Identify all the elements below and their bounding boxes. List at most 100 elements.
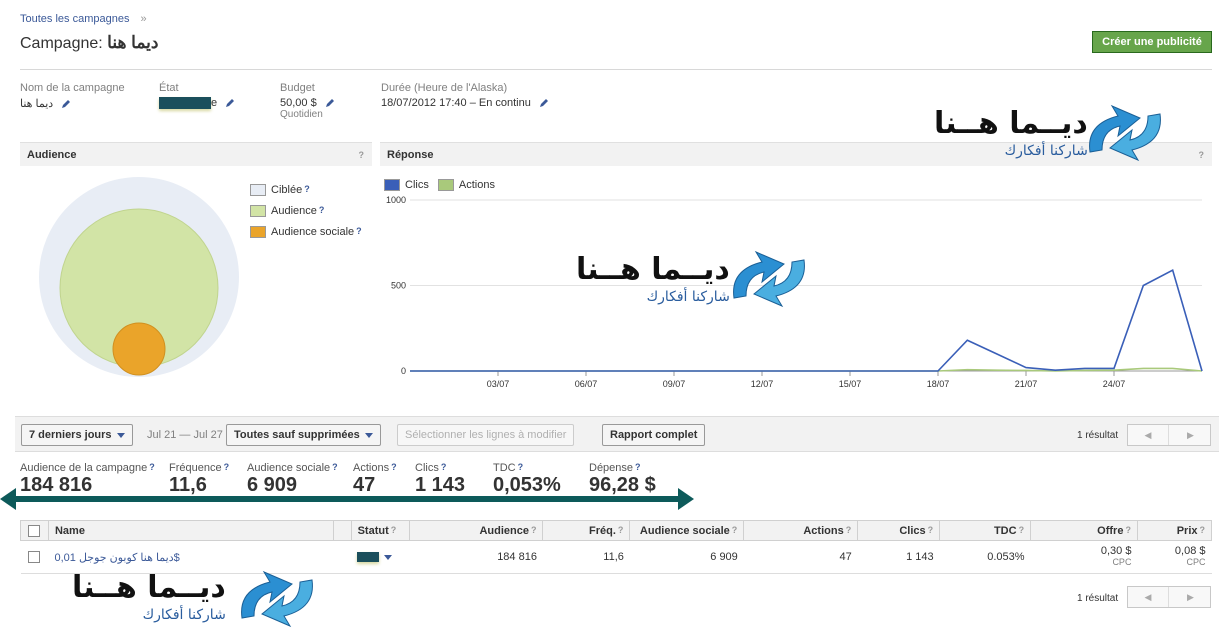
response-help-icon[interactable]: ? [1199, 143, 1205, 167]
col-header-frequency[interactable]: Fréq.? [542, 520, 631, 541]
state-status-swatch[interactable] [159, 97, 211, 110]
col-header-ctr[interactable]: TDC? [939, 520, 1032, 541]
full-report-button[interactable]: Rapport complet [602, 424, 706, 446]
chevron-down-icon [364, 432, 373, 438]
help-icon[interactable]: ? [846, 525, 852, 535]
col-header-bid[interactable]: Offre? [1030, 520, 1138, 541]
row-price: 0,08 $ CPC [1137, 540, 1212, 574]
help-icon[interactable]: ? [732, 525, 738, 535]
chevron-down-icon [116, 432, 125, 438]
col-header-social-audience[interactable]: Audience sociale? [629, 520, 745, 541]
pager-prev-button[interactable]: ◀ [1128, 425, 1169, 445]
watermark-title: ديــما هــنا [934, 106, 1088, 141]
help-icon[interactable]: ? [635, 462, 641, 472]
x-tick-label: 03/07 [487, 379, 510, 389]
page-title-prefix: Campagne: [20, 35, 103, 52]
audience-circles [39, 177, 239, 377]
help-icon[interactable]: ? [518, 462, 524, 472]
help-icon[interactable]: ? [531, 525, 537, 535]
filter-dropdown[interactable]: Toutes sauf supprimées [226, 424, 381, 446]
table-header-row: Name Statut? Audience? Fréq.? Audience s… [20, 520, 1213, 541]
help-icon[interactable]: ? [149, 462, 155, 472]
chevron-down-icon[interactable] [384, 554, 393, 560]
help-icon[interactable]: ? [1019, 525, 1025, 535]
help-icon[interactable]: ? [441, 462, 447, 472]
help-icon[interactable]: ? [356, 226, 362, 236]
col-header-name[interactable]: Name [47, 520, 334, 541]
budget-period: Quotidien [280, 109, 323, 120]
audience-circle-social [112, 322, 166, 376]
stat-label: Fréquence [169, 462, 222, 474]
date-range-dropdown[interactable]: 7 derniers jours [21, 424, 133, 446]
row-checkbox[interactable] [28, 551, 41, 564]
col-header-label: TDC [993, 524, 1017, 537]
budget-label: Budget [280, 82, 315, 94]
help-icon[interactable]: ? [224, 462, 230, 472]
col-header-actions[interactable]: Actions? [743, 520, 859, 541]
watermark-bottom-left: ديــما هــنا شاركنا أفكارك [72, 570, 226, 623]
field-state: État e [159, 82, 235, 110]
y-tick-label: 0 [401, 366, 406, 376]
help-icon[interactable]: ? [391, 462, 397, 472]
pager-next-button[interactable]: ▶ [1170, 425, 1211, 445]
x-tick-label: 18/07 [927, 379, 950, 389]
response-panel-title: Réponse [387, 149, 434, 161]
col-header-audience[interactable]: Audience? [408, 520, 544, 541]
watermark-title: ديــما هــنا [72, 570, 226, 605]
edit-pencil-icon[interactable] [325, 98, 335, 108]
select-rows-button[interactable]: Sélectionner les lignes à modifier [397, 424, 575, 446]
row-checkbox-cell [20, 540, 49, 574]
campaign-toolbar: 7 derniers jours Jul 21 — Jul 27 Toutes … [15, 416, 1219, 452]
row-frequency: 11,6 [542, 540, 630, 574]
watermark-subtitle: شاركنا أفكارك [142, 607, 226, 623]
x-tick-label: 21/07 [1015, 379, 1038, 389]
edit-pencil-icon[interactable] [61, 99, 71, 109]
select-all-checkbox[interactable] [28, 524, 41, 537]
col-header-status[interactable]: Statut? [350, 520, 410, 541]
watermark-refresh-arrows-icon [1089, 104, 1161, 162]
row-bid-value[interactable]: 0,30 $ [1037, 546, 1132, 557]
watermark-title: ديــما هــنا [576, 252, 730, 287]
help-icon[interactable]: ? [1200, 525, 1206, 535]
legend-label: Audience sociale [271, 226, 355, 238]
duration-label: Durée (Heure de l'Alaska) [381, 82, 508, 94]
legend-item-targeted: Ciblée? [250, 184, 362, 205]
col-header-clicks[interactable]: Clics? [857, 520, 941, 541]
audience-help-icon[interactable]: ? [359, 143, 365, 167]
create-ad-button[interactable]: Créer une publicité [1092, 31, 1212, 53]
col-header-label: Actions [803, 524, 844, 537]
col-header-label: Audience [479, 524, 529, 537]
row-bid-type: CPC [1112, 557, 1132, 567]
help-icon[interactable]: ? [391, 525, 397, 535]
row-price-value: 0,08 $ [1174, 545, 1206, 557]
pager-next-button[interactable]: ▶ [1170, 587, 1211, 607]
edit-pencil-icon[interactable] [539, 98, 549, 108]
pager-prev-button[interactable]: ◀ [1128, 587, 1169, 607]
stat-label: Actions [353, 462, 390, 474]
row-bid: 0,30 $ CPC [1030, 540, 1138, 574]
duration-value: 18/07/2012 17:40 – En continu [381, 97, 531, 109]
status-dropdown[interactable] [357, 552, 380, 563]
x-tick-label: 12/07 [751, 379, 774, 389]
help-icon[interactable]: ? [332, 462, 338, 472]
help-icon[interactable]: ? [304, 184, 310, 194]
col-header-spacer [332, 520, 352, 541]
header-divider [20, 69, 1212, 70]
help-icon[interactable]: ? [928, 525, 934, 535]
state-label: État [159, 82, 179, 94]
breadcrumb-all-campaigns-link[interactable]: Toutes les campagnes [20, 13, 129, 25]
help-icon[interactable]: ? [1125, 525, 1131, 535]
edit-pencil-icon[interactable] [225, 98, 235, 108]
state-value-suffix: e [211, 97, 218, 109]
watermark-refresh-arrows-icon [733, 250, 805, 308]
select-all-checkbox-cell [20, 520, 49, 541]
col-header-label: Statut [357, 524, 389, 537]
ad-name-link[interactable]: ديما هنا كوبون جوجل 0,01$ [54, 552, 179, 564]
result-count: 1 résultat [1077, 430, 1119, 441]
table-row: ديما هنا كوبون جوجل 0,01$ 184 816 11,6 6… [20, 540, 1212, 574]
help-icon[interactable]: ? [319, 205, 325, 215]
legend-swatch [250, 226, 266, 239]
x-tick-label: 06/07 [575, 379, 598, 389]
col-header-price[interactable]: Prix? [1136, 520, 1213, 541]
help-icon[interactable]: ? [618, 525, 624, 535]
